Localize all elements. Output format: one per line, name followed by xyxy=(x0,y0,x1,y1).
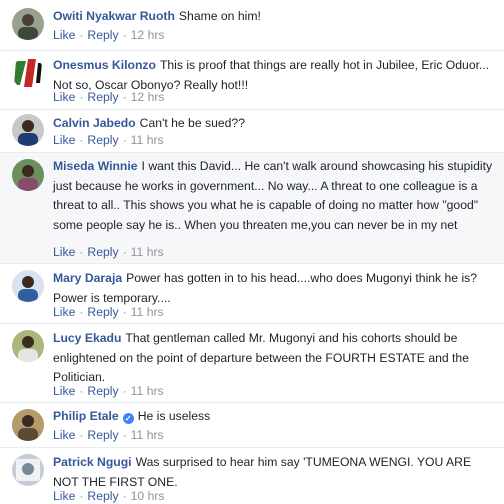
comment-item: Miseda Winnie I want this David... He can… xyxy=(0,153,504,263)
like-link[interactable]: Like xyxy=(53,90,75,104)
comment-item: Onesmus Kilonzo This is proof that things… xyxy=(0,51,504,109)
comment-item: Patrick Ngugi Was surprised to hear him s… xyxy=(0,448,504,504)
avatar[interactable] xyxy=(12,8,44,40)
commenter-name[interactable]: Onesmus Kilonzo xyxy=(53,58,156,72)
reply-link[interactable]: Reply xyxy=(87,305,118,319)
timestamp[interactable]: 11 hrs xyxy=(131,305,164,319)
comment-item: Philip Etale ✓ He is useless Like · Reply · 11… xyxy=(0,403,504,447)
comment-text: He is useless xyxy=(137,409,211,423)
comment-item: Calvin Jabedo Can't he be sued?? Like · Rep… xyxy=(0,110,504,152)
comment-actions: Like · Reply · 12 hrs xyxy=(53,90,165,104)
reply-link[interactable]: Reply xyxy=(87,245,118,259)
commenter-name[interactable]: Miseda Winnie xyxy=(53,159,138,173)
avatar[interactable] xyxy=(12,159,44,191)
commenter-name[interactable]: Calvin Jabedo xyxy=(53,116,136,130)
avatar[interactable] xyxy=(12,270,44,302)
timestamp[interactable]: 11 hrs xyxy=(131,384,164,398)
like-link[interactable]: Like xyxy=(53,305,75,319)
reply-link[interactable]: Reply xyxy=(87,384,118,398)
like-link[interactable]: Like xyxy=(53,245,75,259)
comment-item: Mary Daraja Power has gotten in to his he… xyxy=(0,264,504,323)
like-link[interactable]: Like xyxy=(53,133,75,147)
avatar[interactable] xyxy=(12,114,44,146)
comments-list: Owiti Nyakwar Ruoth Shame on him! Like · Re… xyxy=(0,0,504,504)
comment-actions: Like · Reply · 11 hrs xyxy=(53,305,164,319)
timestamp[interactable]: 12 hrs xyxy=(131,90,165,104)
like-link[interactable]: Like xyxy=(53,384,75,398)
commenter-name[interactable]: Philip Etale xyxy=(53,409,119,423)
comment-actions: Like · Reply · 12 hrs xyxy=(53,28,165,42)
timestamp[interactable]: 11 hrs xyxy=(131,428,164,442)
timestamp[interactable]: 12 hrs xyxy=(131,28,165,42)
avatar[interactable] xyxy=(12,57,44,89)
timestamp[interactable]: 11 hrs xyxy=(131,245,164,259)
reply-link[interactable]: Reply xyxy=(87,428,118,442)
commenter-name[interactable]: Lucy Ekadu xyxy=(53,331,121,345)
check-mark-icon: ✓ xyxy=(122,413,134,424)
comment-actions: Like · Reply · 11 hrs xyxy=(53,384,164,398)
comment-actions: Like · Reply · 10 hrs xyxy=(53,489,165,503)
reply-link[interactable]: Reply xyxy=(87,90,118,104)
like-link[interactable]: Like xyxy=(53,28,75,42)
reply-link[interactable]: Reply xyxy=(87,489,118,503)
timestamp[interactable]: 10 hrs xyxy=(131,489,165,503)
avatar[interactable] xyxy=(12,330,44,362)
comment-item: Owiti Nyakwar Ruoth Shame on him! Like · Re… xyxy=(0,0,504,50)
comment-actions: Like · Reply · 11 hrs xyxy=(53,245,164,259)
reply-link[interactable]: Reply xyxy=(87,133,118,147)
like-link[interactable]: Like xyxy=(53,428,75,442)
commenter-name[interactable]: Patrick Ngugi xyxy=(53,455,132,469)
commenter-name[interactable]: Mary Daraja xyxy=(53,271,122,285)
commenter-name[interactable]: Owiti Nyakwar Ruoth xyxy=(53,9,175,23)
comment-text: Shame on him! xyxy=(178,9,261,23)
comment-item: Lucy Ekadu That gentleman called Mr. Mugo… xyxy=(0,324,504,402)
comment-text: Can't he be sued?? xyxy=(139,116,245,130)
timestamp[interactable]: 11 hrs xyxy=(131,133,164,147)
comment-actions: Like · Reply · 11 hrs xyxy=(53,428,164,442)
like-link[interactable]: Like xyxy=(53,489,75,503)
reply-link[interactable]: Reply xyxy=(87,28,118,42)
comment-actions: Like · Reply · 11 hrs xyxy=(53,133,164,147)
avatar[interactable] xyxy=(12,409,44,441)
avatar[interactable] xyxy=(12,454,44,486)
